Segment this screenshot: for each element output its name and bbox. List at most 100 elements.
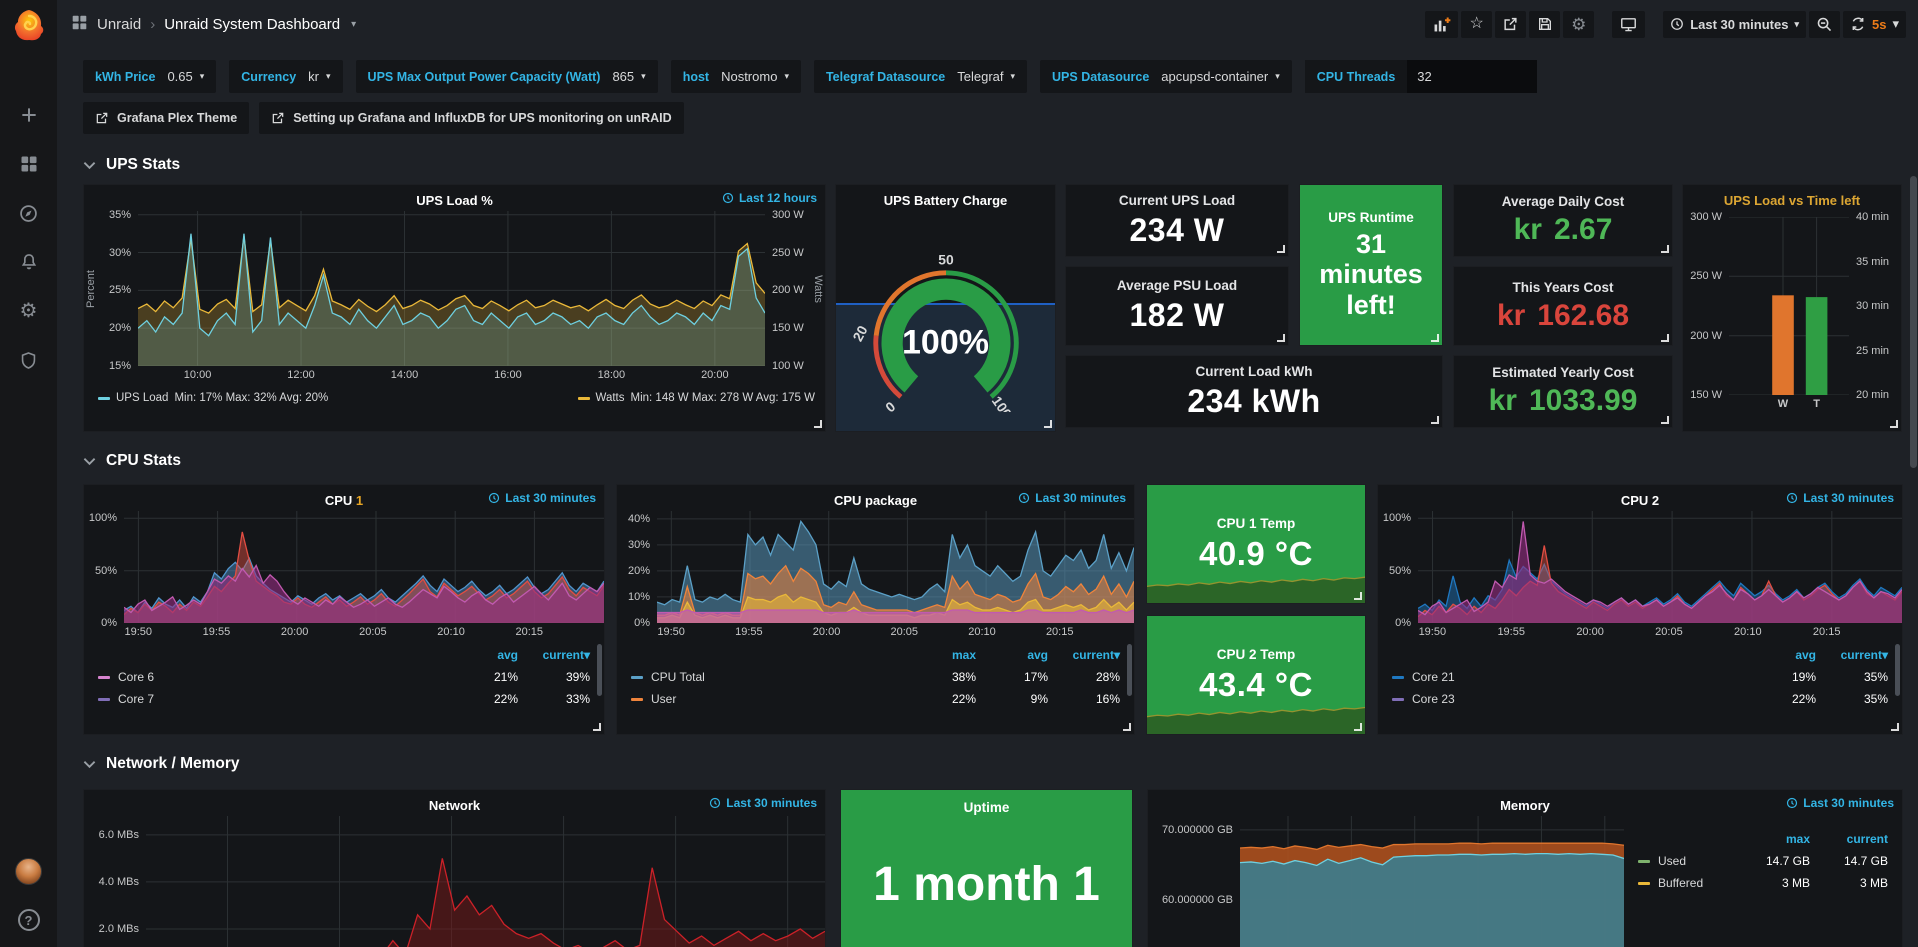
panel-title[interactable]: Network (429, 798, 480, 813)
user-avatar[interactable] (15, 858, 42, 885)
legend-scrollbar[interactable] (1127, 644, 1132, 696)
panel-time-override-link[interactable]: Last 30 minutes (1018, 491, 1126, 505)
link-grafana-plex-theme[interactable]: Grafana Plex Theme (83, 102, 249, 134)
panel-time-override-link[interactable]: Last 12 hours (722, 191, 817, 205)
variable-value-dropdown[interactable]: Telegraf▾ (957, 69, 1015, 84)
panel-title[interactable]: UPS Load % (416, 193, 493, 208)
series-name[interactable]: Used (1638, 854, 1732, 868)
panel-time-override-link[interactable]: Last 30 minutes (1786, 796, 1894, 810)
panel-title[interactable]: Memory (1500, 798, 1550, 813)
help-icon[interactable]: ? (18, 909, 40, 931)
series-name[interactable]: Core 7 (98, 692, 446, 706)
breadcrumb-caret-icon[interactable]: ▾ (351, 19, 356, 30)
y-axis-label-left: Percent (84, 211, 98, 366)
series-name[interactable]: Core 23 (1392, 692, 1744, 706)
series-name[interactable]: User (631, 692, 904, 706)
panel-time-override-link[interactable]: Last 30 minutes (1786, 491, 1894, 505)
series-name[interactable]: Core 21 (1392, 670, 1744, 684)
legend-header-avg[interactable]: avg (1744, 648, 1816, 662)
series-name[interactable]: Core 6 (98, 670, 446, 684)
scrollbar-thumb[interactable] (1910, 176, 1917, 468)
network-plot[interactable] (146, 816, 825, 947)
dashboards-icon[interactable] (18, 153, 40, 175)
chevron-down-icon (83, 158, 96, 173)
variable-value-dropdown[interactable]: 865▾ (612, 69, 645, 84)
link-ups-monitoring-guide[interactable]: Setting up Grafana and InfluxDB for UPS … (259, 102, 683, 134)
legend-row: Core 7 22% 33% (98, 688, 590, 710)
y-axis-left: 35%30%25%20%15% (98, 211, 138, 366)
cpu-threads-input[interactable] (1407, 60, 1537, 93)
bars-plot[interactable] (1729, 217, 1849, 395)
variable-host: host Nostromo▾ (671, 60, 801, 93)
breadcrumb-folder[interactable]: Unraid (97, 16, 141, 33)
legend-scrollbar[interactable] (1895, 644, 1900, 696)
legend-header-avg[interactable]: avg (446, 648, 518, 662)
section-ups-stats[interactable]: UPS Stats (83, 150, 1918, 180)
series-name[interactable]: Buffered (1638, 876, 1732, 890)
clock-icon (1670, 17, 1684, 31)
dashboard-settings-button[interactable]: ⚙ (1563, 11, 1594, 38)
server-admin-shield-icon[interactable] (18, 349, 40, 371)
svg-text:0: 0 (882, 398, 898, 412)
alerting-bell-icon[interactable] (18, 251, 40, 273)
stat-value: kr162.68 (1497, 299, 1629, 333)
y-axis-left: 100%50%0% (84, 511, 124, 623)
panel-title[interactable]: CPU package (834, 493, 917, 508)
save-dashboard-button[interactable] (1529, 11, 1560, 38)
panel-title[interactable]: CPU 1 (325, 493, 363, 508)
refresh-picker[interactable]: 5s ▾ (1843, 11, 1906, 38)
panel-title[interactable]: UPS Load vs Time left (1724, 193, 1860, 208)
cpu1-plot[interactable] (124, 511, 604, 623)
panel-network: Network Last 30 minutes 6.0 MBs4.0 MBs2.… (83, 789, 826, 947)
legend-header-current[interactable]: current▾ (518, 648, 590, 662)
legend-header-avg[interactable]: avg (976, 648, 1048, 662)
create-icon[interactable] (18, 104, 40, 126)
svg-text:50: 50 (938, 251, 954, 267)
series-name[interactable]: CPU Total (631, 670, 904, 684)
top-navbar: Unraid › Unraid System Dashboard ▾ ☆ ⚙ (57, 0, 1918, 48)
section-network-memory[interactable]: Network / Memory (83, 749, 1918, 779)
legend-row: Core 21 19% 35% (1392, 666, 1888, 688)
variable-value-dropdown[interactable]: kr▾ (308, 69, 330, 84)
cycle-view-mode-button[interactable] (1612, 11, 1645, 38)
star-dashboard-button[interactable]: ☆ (1461, 11, 1492, 38)
breadcrumb-dashboard-title[interactable]: Unraid System Dashboard (164, 16, 340, 33)
panel-title[interactable]: UPS Battery Charge (884, 193, 1008, 208)
share-dashboard-button[interactable] (1495, 11, 1526, 38)
series-name[interactable]: UPS Load (116, 392, 168, 404)
legend-item-ups-load: UPS Load Min: 17% Max: 32% Avg: 20% (98, 392, 328, 404)
page-scrollbar[interactable] (1909, 0, 1918, 947)
panel-time-override-link[interactable]: Last 30 minutes (709, 796, 817, 810)
legend-header-current[interactable]: current (1810, 832, 1888, 846)
explore-icon[interactable] (18, 202, 40, 224)
stat-value: 31 minutes left! (1304, 229, 1438, 320)
variable-telegraf-datasource: Telegraf Datasource Telegraf▾ (814, 60, 1027, 93)
ups-load-plot[interactable] (138, 211, 765, 366)
variable-value-dropdown[interactable]: 0.65▾ (167, 69, 204, 84)
variable-label: UPS Datasource (1052, 70, 1149, 84)
legend-header-current[interactable]: current▾ (1048, 648, 1120, 662)
panel-time-override-link[interactable]: Last 30 minutes (488, 491, 596, 505)
cpu-package-plot[interactable] (657, 511, 1134, 623)
variable-value-dropdown[interactable]: Nostromo▾ (721, 69, 789, 84)
add-panel-button[interactable] (1425, 11, 1458, 38)
configuration-gear-icon[interactable]: ⚙ (18, 300, 40, 322)
y-axis-left: 6.0 MBs4.0 MBs2.0 MBs (84, 816, 146, 947)
clock-icon (722, 192, 734, 204)
panel-title[interactable]: CPU 2 (1621, 493, 1659, 508)
section-cpu-stats[interactable]: CPU Stats (83, 446, 1918, 476)
refresh-interval-label[interactable]: 5s (1872, 17, 1886, 32)
chevron-down-icon (83, 454, 96, 469)
legend-header-current[interactable]: current▾ (1816, 648, 1888, 662)
series-name[interactable]: Watts (596, 392, 625, 404)
time-range-picker[interactable]: Last 30 minutes ▾ (1663, 11, 1806, 38)
cpu2-plot[interactable] (1418, 511, 1902, 623)
x-axis: 19:5019:5520:0020:0520:1020:15 (1418, 623, 1896, 642)
grafana-logo-icon[interactable] (12, 8, 46, 42)
zoom-out-time-button[interactable] (1809, 11, 1840, 38)
legend-scrollbar[interactable] (597, 644, 602, 696)
legend-header-max[interactable]: max (1732, 832, 1810, 846)
memory-plot[interactable] (1240, 816, 1624, 947)
variable-value-dropdown[interactable]: apcupsd-container▾ (1161, 69, 1280, 84)
legend-header-max[interactable]: max (904, 648, 976, 662)
